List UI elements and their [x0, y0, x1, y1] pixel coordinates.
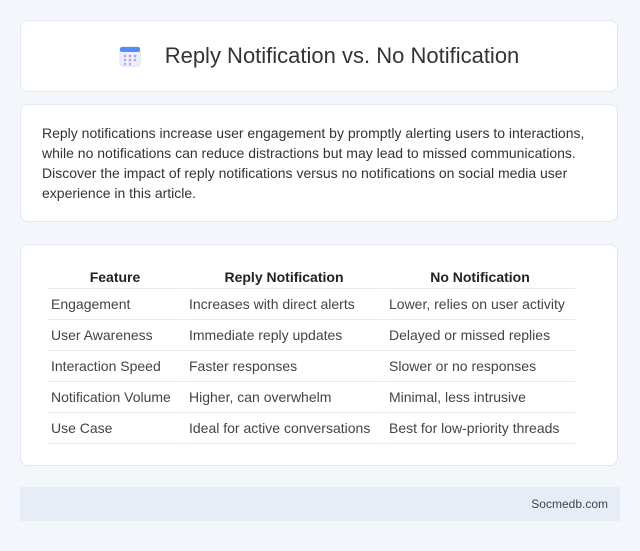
column-header-feature: Feature: [47, 267, 183, 289]
column-header-reply-notification: Reply Notification: [185, 267, 383, 289]
comparison-table-card: Feature Reply Notification No Notificati…: [20, 244, 618, 466]
table-row: Use Case Ideal for active conversations …: [47, 413, 575, 444]
table-cell: Ideal for active conversations: [185, 413, 383, 444]
footer-site-link[interactable]: Socmedb.com: [531, 497, 608, 511]
table-cell: Higher, can overwhelm: [185, 382, 383, 413]
footer: Socmedb.com: [20, 487, 620, 521]
table-cell: Engagement: [47, 289, 183, 320]
intro-text: Reply notifications increase user engage…: [42, 125, 585, 201]
table-header-row: Feature Reply Notification No Notificati…: [47, 267, 575, 289]
column-header-no-notification: No Notification: [385, 267, 575, 289]
comparison-table: Feature Reply Notification No Notificati…: [45, 267, 577, 444]
table-cell: Faster responses: [185, 351, 383, 382]
table-cell: Immediate reply updates: [185, 320, 383, 351]
table-cell: User Awareness: [47, 320, 183, 351]
table-cell: Delayed or missed replies: [385, 320, 575, 351]
intro-card: Reply notifications increase user engage…: [20, 104, 618, 222]
table-cell: Best for low-priority threads: [385, 413, 575, 444]
table-cell: Lower, relies on user activity: [385, 289, 575, 320]
table-cell: Notification Volume: [47, 382, 183, 413]
page-title: Reply Notification vs. No Notification: [164, 43, 520, 68]
table-row: Notification Volume Higher, can overwhel…: [47, 382, 575, 413]
table-row: Interaction Speed Faster responses Slowe…: [47, 351, 575, 382]
title-card: Reply Notification vs. No Notification: [20, 20, 618, 92]
table-cell: Interaction Speed: [47, 351, 183, 382]
table-row: User Awareness Immediate reply updates D…: [47, 320, 575, 351]
table-row: Engagement Increases with direct alerts …: [47, 289, 575, 320]
table-cell: Minimal, less intrusive: [385, 382, 575, 413]
table-cell: Use Case: [47, 413, 183, 444]
table-cell: Increases with direct alerts: [185, 289, 383, 320]
calendar-icon: [119, 45, 141, 67]
table-cell: Slower or no responses: [385, 351, 575, 382]
